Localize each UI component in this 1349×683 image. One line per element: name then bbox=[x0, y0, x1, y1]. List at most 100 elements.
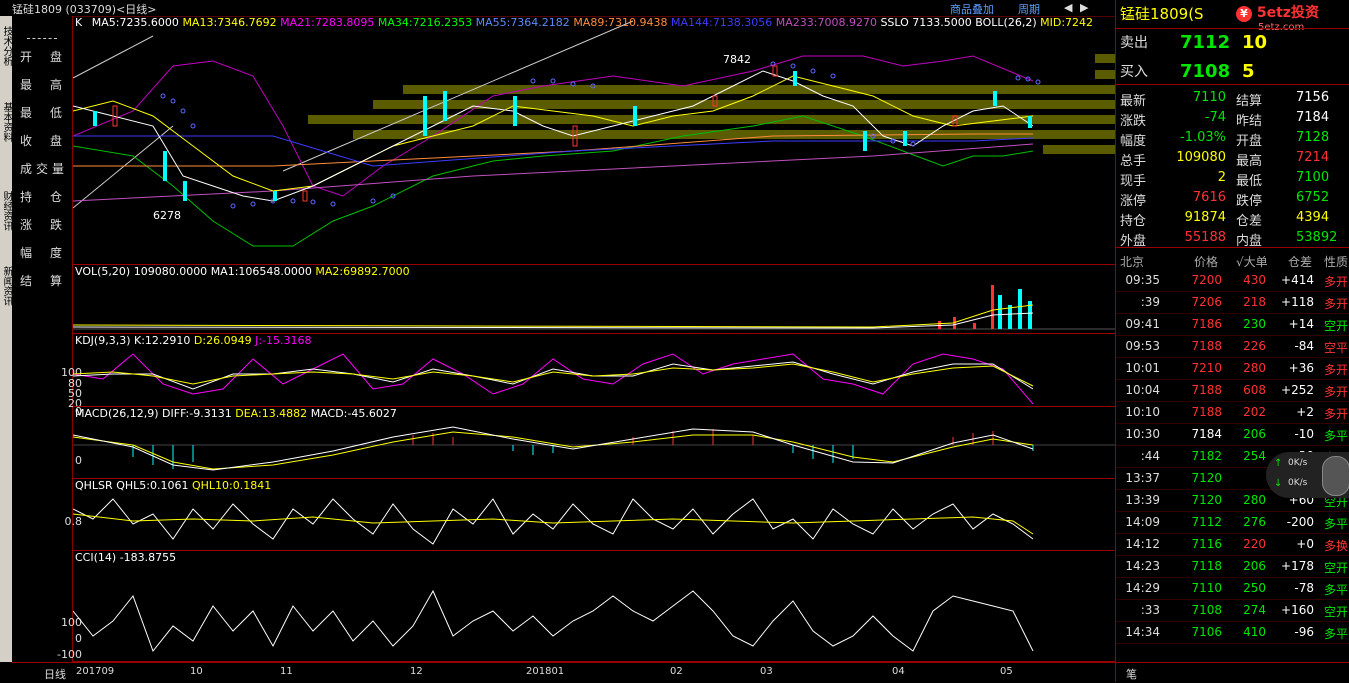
tick-nature: 空开 bbox=[1324, 605, 1349, 619]
cci-pane[interactable]: CCI(14) -183.8755 bbox=[73, 551, 1115, 662]
stat-row: 总手 109080 最高 7214 bbox=[1116, 146, 1349, 169]
tick-volume: 230 bbox=[1243, 317, 1266, 331]
tick-header-price: 价格 bbox=[1194, 255, 1219, 269]
stat-value: 53892 bbox=[1296, 230, 1338, 245]
stat-value: 7184 bbox=[1296, 110, 1330, 125]
tick-time: 09:35 bbox=[1125, 273, 1160, 287]
volume-pane[interactable]: VOL(5,20) 109080.0000 MA1:106548.0000 MA… bbox=[73, 265, 1115, 334]
menu-item-position[interactable]: 持仓 bbox=[20, 188, 72, 205]
tab-technical-analysis[interactable]: 技术分析 bbox=[0, 16, 12, 76]
tick-nature: 多开 bbox=[1324, 297, 1349, 311]
scroll-left-icon[interactable]: ◀ bbox=[1064, 1, 1072, 14]
stat-value: 6752 bbox=[1296, 190, 1330, 205]
kdj-pane[interactable]: KDJ(9,3,3) K:12.2910 D:26.0949 J:-15.316… bbox=[73, 334, 1115, 407]
tab-ticks[interactable]: 笔 bbox=[1126, 666, 1137, 682]
ma55-value: MA55:7364.2182 bbox=[475, 16, 570, 29]
tick-header-oi: 仓差 bbox=[1288, 255, 1313, 269]
ma34-value: MA34:7216.2353 bbox=[377, 16, 473, 29]
stat-row: 涨跌 -74 昨结 7184 bbox=[1116, 106, 1349, 129]
tick-time: 13:37 bbox=[1125, 471, 1160, 485]
tick-nature: 多平 bbox=[1324, 627, 1349, 641]
download-speed: 0K/s bbox=[1288, 478, 1308, 488]
menu-item-open[interactable]: 开盘 bbox=[20, 48, 72, 65]
tick-time: 09:41 bbox=[1125, 317, 1160, 331]
menu-item-amplitude[interactable]: 幅度 bbox=[20, 244, 72, 261]
tick-oi-change: -78 bbox=[1294, 581, 1314, 595]
tick-volume: 280 bbox=[1243, 493, 1266, 507]
tick-oi-change: +160 bbox=[1281, 603, 1314, 617]
menu-item-low[interactable]: 最低 bbox=[20, 104, 72, 121]
tick-price: 7116 bbox=[1191, 537, 1222, 551]
volume-indicator-row: VOL(5,20) 109080.0000 MA1:106548.0000 MA… bbox=[75, 265, 410, 278]
tick-price: 7120 bbox=[1191, 471, 1222, 485]
stat-row: 涨停 7616 跌停 6752 bbox=[1116, 186, 1349, 209]
kline-indicator-row: K MA5:7235.6000 MA13:7346.7692 MA21:7283… bbox=[75, 16, 1093, 29]
stat-value: 7156 bbox=[1296, 90, 1330, 105]
scroll-right-icon[interactable]: ▶ bbox=[1080, 1, 1088, 14]
xtick-03: 03 bbox=[760, 666, 773, 677]
menu-item-close[interactable]: 收盘 bbox=[20, 132, 72, 149]
tick-time: 10:30 bbox=[1125, 427, 1160, 441]
tick-volume: 206 bbox=[1243, 427, 1266, 441]
tick-time: :33 bbox=[1140, 603, 1160, 617]
tick-price: 7112 bbox=[1191, 515, 1222, 529]
stat-value: 91874 bbox=[1184, 210, 1226, 225]
tick-volume: 410 bbox=[1243, 625, 1266, 639]
sell-price: 7112 bbox=[1180, 32, 1231, 53]
stat-value: 109080 bbox=[1176, 150, 1226, 165]
tick-oi-change: -10 bbox=[1294, 427, 1314, 441]
stat-value: -74 bbox=[1204, 110, 1226, 125]
kdj-d-value: D:26.0949 bbox=[193, 334, 252, 347]
xtick-10: 10 bbox=[190, 666, 203, 677]
stat-row: 外盘 55188 内盘 53892 bbox=[1116, 226, 1349, 249]
qhlsr-title: QHLSR bbox=[75, 479, 113, 492]
tick-price: 7184 bbox=[1191, 427, 1222, 441]
tick-row: 10:01 7210 280 +36 多开 bbox=[1116, 357, 1349, 380]
qhlsr-pane[interactable]: QHLSR QHL5:0.1061 QHL10:0.1841 bbox=[73, 479, 1115, 551]
tick-volume: 274 bbox=[1243, 603, 1266, 617]
tick-row: 14:12 7116 220 +0 多换 bbox=[1116, 533, 1349, 556]
divider bbox=[1116, 84, 1349, 85]
tick-volume: 202 bbox=[1243, 405, 1266, 419]
stat-value: 7100 bbox=[1296, 170, 1330, 185]
macd-dea-value: DEA:13.4882 bbox=[235, 407, 308, 420]
menu-item-volume[interactable]: 成交量 bbox=[20, 160, 72, 177]
volume-ma1: MA1:106548.0000 bbox=[210, 265, 312, 278]
macd-indicator-row: MACD(26,12,9) DIFF:-9.3131 DEA:13.4882 M… bbox=[75, 407, 397, 420]
overlay-commodity-button[interactable]: 商品叠加 bbox=[950, 1, 994, 17]
tick-row: 09:35 7200 430 +414 多开 bbox=[1116, 269, 1349, 292]
date-axis: 日线 201709 10 11 12 201801 02 03 04 05 bbox=[12, 662, 1115, 683]
period-label[interactable]: 日线 bbox=[44, 666, 66, 682]
stat-row: 幅度 -1.03% 开盘 7128 bbox=[1116, 126, 1349, 149]
qhl5-value: QHL5:0.1061 bbox=[116, 479, 189, 492]
xtick-02: 02 bbox=[670, 666, 683, 677]
menu-item-settlement[interactable]: 结算 bbox=[20, 272, 72, 289]
kline-pane[interactable]: K MA5:7235.6000 MA13:7346.7692 MA21:7283… bbox=[73, 16, 1115, 265]
ma144-value: MA144:7138.3056 bbox=[671, 16, 773, 29]
menu-item-high[interactable]: 最高 bbox=[20, 76, 72, 93]
period-button[interactable]: 周期 bbox=[1018, 1, 1040, 17]
tick-price: 7206 bbox=[1191, 295, 1222, 309]
xtick-12: 12 bbox=[410, 666, 423, 677]
tick-price: 7110 bbox=[1191, 581, 1222, 595]
sell-label: 卖出 bbox=[1120, 35, 1148, 51]
stat-value: 7616 bbox=[1192, 190, 1226, 205]
tick-time: :39 bbox=[1140, 295, 1160, 309]
tab-finance-news[interactable]: 财经资讯 bbox=[0, 181, 12, 241]
tick-row: 14:34 7106 410 -96 多平 bbox=[1116, 621, 1349, 644]
buy-row: 买入 7108 5 bbox=[1120, 61, 1255, 82]
tick-time: 14:12 bbox=[1125, 537, 1160, 551]
menu-item-change[interactable]: 涨跌 bbox=[20, 216, 72, 233]
tab-basic-info[interactable]: 基本资料 bbox=[0, 92, 12, 152]
network-speed-widget[interactable]: ↑ 0K/s ↓ 0K/s bbox=[1266, 452, 1349, 498]
tick-nature: 空平 bbox=[1324, 341, 1349, 355]
tick-oi-change: -96 bbox=[1294, 625, 1314, 639]
tick-time: 10:10 bbox=[1125, 405, 1160, 419]
tick-time: 10:04 bbox=[1125, 383, 1160, 397]
macd-pane[interactable]: MACD(26,12,9) DIFF:-9.3131 DEA:13.4882 M… bbox=[73, 407, 1115, 479]
instrument-code: (S bbox=[1188, 5, 1204, 23]
tick-price: 7182 bbox=[1191, 449, 1222, 463]
tick-price: 7120 bbox=[1191, 493, 1222, 507]
tab-news[interactable]: 新闻资讯 bbox=[0, 256, 12, 316]
kdj-title: KDJ(9,3,3) bbox=[75, 334, 131, 347]
